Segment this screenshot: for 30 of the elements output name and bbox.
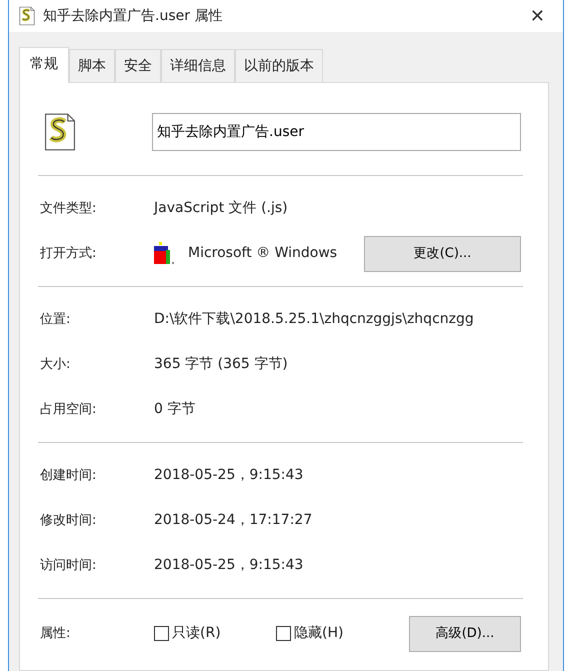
field-label: 位置: <box>40 310 72 329</box>
checkbox[interactable]: 只读(R) <box>154 623 276 644</box>
field-value: 365 字节 (365 字节) <box>154 355 288 374</box>
field-label: 文件类型: <box>40 200 98 218</box>
field-value: 2018-05-24，17:17:27 <box>154 511 312 530</box>
window-title: 知乎去除内置广告.user 属性 <box>43 6 224 26</box>
field-label: 大小: <box>40 356 72 374</box>
field-label: 访问时间: <box>40 556 98 575</box>
close-button[interactable]: ✕ <box>520 2 555 30</box>
field-label: 创建时间: <box>40 466 98 485</box>
tab[interactable]: 以前的版本 <box>235 49 323 82</box>
file-name-field[interactable]: 知乎去除内置广告.user <box>152 113 521 151</box>
field-value: JavaScript 文件 (.js) <box>154 199 288 218</box>
field-value: 2018-05-25，9:15:43 <box>154 556 304 575</box>
field-value: 2018-05-25，9:15:43 <box>154 466 304 485</box>
field-label: 占用空间: <box>40 400 98 419</box>
field-value: 0 字节 <box>154 400 196 419</box>
tab[interactable]: 详细信息 <box>161 49 235 82</box>
tab[interactable]: 常规 <box>19 47 69 83</box>
change-button[interactable]: 更改(C)... <box>364 236 521 272</box>
advanced-button[interactable]: 高级(D)... <box>409 616 521 652</box>
field-value: D:\软件下载\2018.5.25.1\zhqcnzggjs\zhqcnzgg <box>154 310 474 329</box>
field-label: 属性: <box>40 624 72 643</box>
field-label: 打开方式: <box>40 244 98 263</box>
field-label: 修改时间: <box>40 512 98 530</box>
tab[interactable]: 脚本 <box>69 49 115 82</box>
tab[interactable]: 安全 <box>115 49 161 82</box>
field-value: Microsoft ® Windows <box>188 244 338 263</box>
file-script-icon <box>17 6 37 26</box>
checkbox[interactable]: 隐藏(H) <box>276 623 398 644</box>
